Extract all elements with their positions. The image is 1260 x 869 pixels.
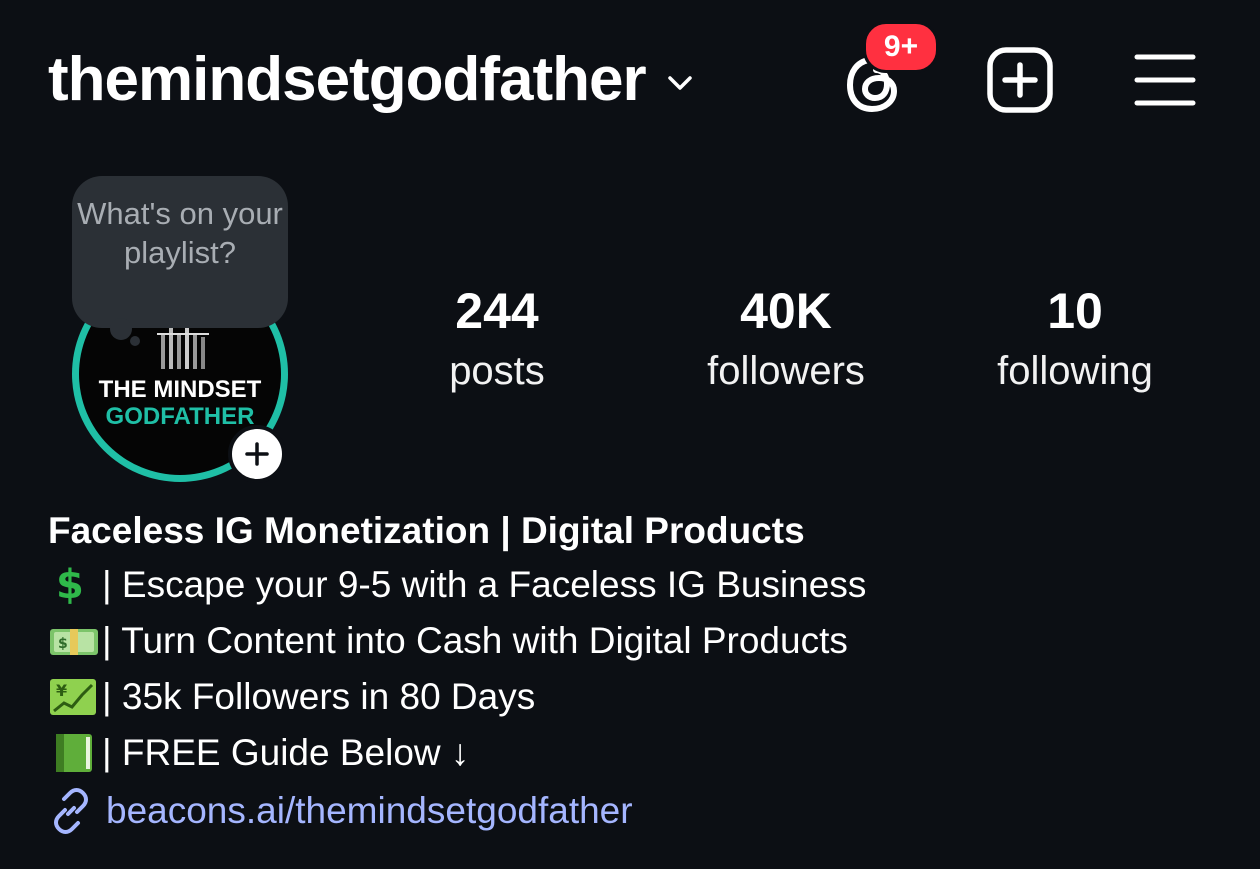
- notification-badge: 9+: [863, 21, 939, 73]
- link-icon: [54, 788, 88, 834]
- add-story-button[interactable]: [228, 425, 286, 483]
- profile-page: themindsetgodfather 9+ THE MINDSET GODFA…: [0, 0, 1260, 869]
- svg-text:$: $: [56, 565, 84, 605]
- money-banknote-icon: $: [50, 629, 98, 655]
- bio-line-text: | 35k Followers in 80 Days: [102, 676, 536, 717]
- note-bubble[interactable]: What's on your playlist?: [72, 176, 288, 328]
- hamburger-menu-icon[interactable]: [1134, 52, 1196, 108]
- bio-line: | FREE Guide Below ↓: [48, 725, 1228, 781]
- chart-increasing-yen-icon: ¥: [50, 679, 96, 715]
- note-bubble-tail-small: [130, 336, 140, 346]
- account-switcher[interactable]: themindsetgodfather: [48, 42, 696, 118]
- username: themindsetgodfather: [48, 45, 647, 114]
- note-text: What's on your playlist?: [77, 196, 283, 270]
- bio-line: $ | Escape your 9-5 with a Faceless IG B…: [48, 557, 1228, 613]
- bio-link[interactable]: beacons.ai/themindsetgodfather: [48, 785, 1228, 837]
- profile-header: themindsetgodfather 9+: [0, 0, 1260, 160]
- chevron-down-icon: [667, 76, 692, 90]
- stat-label: following: [997, 349, 1153, 393]
- stat-followers[interactable]: 40K followers: [666, 280, 906, 400]
- stat-value: 10: [1047, 283, 1103, 339]
- bio-line-text: | Escape your 9-5 with a Faceless IG Bus…: [102, 564, 867, 605]
- bio-line-text: | Turn Content into Cash with Digital Pr…: [102, 620, 848, 661]
- plus-icon: [245, 442, 269, 466]
- stat-value: 40K: [740, 283, 832, 339]
- stat-following[interactable]: 10 following: [955, 280, 1195, 400]
- svg-text:$: $: [58, 636, 68, 652]
- stat-value: 244: [455, 283, 539, 339]
- stat-label: followers: [707, 349, 865, 393]
- svg-text:¥: ¥: [56, 681, 67, 700]
- stat-posts[interactable]: 244 posts: [377, 280, 617, 400]
- avatar-text-line1: THE MINDSET: [98, 376, 262, 403]
- create-post-icon[interactable]: [986, 46, 1054, 114]
- stat-label: posts: [449, 349, 545, 393]
- bio-line: $ | Turn Content into Cash with Digital …: [48, 613, 1228, 669]
- note-bubble-tail: [110, 318, 132, 340]
- bio-title: Faceless IG Monetization | Digital Produ…: [48, 510, 805, 551]
- green-book-icon: [56, 734, 92, 772]
- bio: Faceless IG Monetization | Digital Produ…: [48, 505, 1228, 837]
- bio-link-text: beacons.ai/themindsetgodfather: [106, 790, 633, 831]
- dollar-sign-icon: $: [56, 565, 84, 605]
- bio-line-text: | FREE Guide Below ↓: [102, 732, 470, 773]
- bio-line: ¥ | 35k Followers in 80 Days: [48, 669, 1228, 725]
